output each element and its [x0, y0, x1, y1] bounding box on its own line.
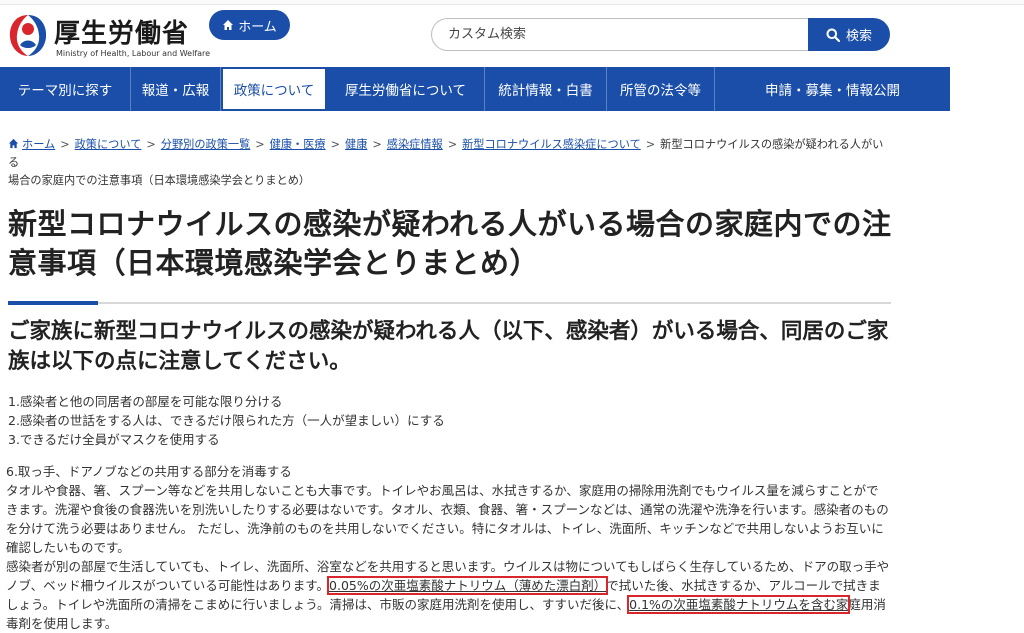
- breadcrumb-separator: >: [372, 138, 382, 151]
- breadcrumb-current-line2: 場合の家庭内での注意事項（日本環境感染学会とりまとめ）: [8, 174, 311, 187]
- search-button-label: 検索: [845, 29, 872, 44]
- home-button-label: ホーム: [238, 19, 277, 35]
- site-logo[interactable]: 厚生労働省 Ministry of Health, Labour and Wel…: [6, 11, 210, 63]
- paragraph-1: タオルや食器、箸、スプーン等などを共用しないことも大事です。トイレやお風呂は、水…: [6, 483, 889, 555]
- breadcrumb-link-health-medical[interactable]: 健康・医療: [270, 138, 326, 151]
- highlighted-text-005-hypochlorite: 0.05%の次亜塩素酸ナトリウム（薄めた漂白剤）: [327, 576, 609, 595]
- home-icon: [8, 138, 19, 149]
- breadcrumb-separator: >: [146, 138, 156, 151]
- breadcrumb-link-fields[interactable]: 分野別の政策一覧: [161, 138, 251, 151]
- breadcrumb-link-covid[interactable]: 新型コロナウイルス感染症について: [462, 138, 641, 151]
- nav-item-about[interactable]: 厚生労働省について: [327, 67, 485, 111]
- breadcrumb-separator: >: [60, 138, 70, 151]
- points-list: 1.感染者と他の同居者の部屋を可能な限り分ける 2.感染者の世話をする人は、でき…: [8, 392, 445, 449]
- page-title: 新型コロナウイルスの感染が疑われる人がいる場合の家庭内での注意事項（日本環境感染…: [8, 207, 892, 280]
- site-header: 厚生労働省 Ministry of Health, Labour and Wel…: [0, 5, 1024, 67]
- section-6: 6.取っ手、ドアノブなどの共用する部分を消毒する タオルや食器、箸、スプーン等な…: [6, 462, 890, 633]
- highlighted-text-01-hypochlorite: 0.1%の次亜塩素酸ナトリウムを含む家: [627, 595, 851, 614]
- global-nav: テーマ別に探す 報道・広報 政策について 厚生労働省について 統計情報・白書 所…: [0, 67, 950, 111]
- search-button[interactable]: 検索: [808, 18, 890, 51]
- home-icon: [223, 20, 234, 30]
- nav-item-statistics[interactable]: 統計情報・白書: [485, 67, 607, 111]
- breadcrumb-separator: >: [330, 138, 340, 151]
- logo-japanese-text: 厚生労働省: [54, 19, 190, 49]
- breadcrumb: ホーム > 政策について > 分野別の政策一覧 > 健康・医療 > 健康 > 感染症情報 > 新型コロナ…: [8, 136, 888, 190]
- search-icon: [826, 28, 840, 42]
- nav-item-applications[interactable]: 申請・募集・情報公開: [715, 67, 950, 111]
- breadcrumb-link-health[interactable]: 健康: [345, 138, 367, 151]
- breadcrumb-link-infection[interactable]: 感染症情報: [387, 138, 443, 151]
- list-item: 2.感染者の世話をする人は、できるだけ限られた方（一人が望ましい）にする: [8, 413, 445, 428]
- paragraph-2: 感染者が別の部屋で生活していても、トイレ、洗面所、浴室などを共用すると思います。…: [6, 557, 890, 633]
- search-input[interactable]: [431, 18, 824, 51]
- breadcrumb-link-policy[interactable]: 政策について: [75, 138, 142, 151]
- section-6-heading: 6.取っ手、ドアノブなどの共用する部分を消毒する: [6, 464, 292, 479]
- home-button[interactable]: ホーム: [209, 10, 290, 40]
- mhlw-logo-icon: [9, 15, 47, 56]
- title-divider-accent: [8, 301, 98, 305]
- logo-english-text: Ministry of Health, Labour and Welfare: [56, 49, 211, 58]
- list-item: 1.感染者と他の同居者の部屋を可能な限り分ける: [8, 394, 283, 409]
- list-item: 3.できるだけ全員がマスクを使用する: [8, 432, 220, 447]
- nav-item-press[interactable]: 報道・広報: [131, 67, 221, 111]
- nav-item-laws[interactable]: 所管の法令等: [607, 67, 715, 111]
- title-divider: [8, 302, 891, 304]
- nav-item-theme[interactable]: テーマ別に探す: [0, 67, 131, 111]
- breadcrumb-separator: >: [447, 138, 458, 151]
- search-bar: 検索: [431, 18, 890, 51]
- breadcrumb-separator: >: [255, 138, 265, 151]
- nav-item-policy[interactable]: 政策について: [221, 67, 327, 111]
- breadcrumb-link-home[interactable]: ホーム: [22, 138, 55, 151]
- section-heading: ご家族に新型コロナウイルスの感染が疑われる人（以下、感染者）がいる場合、同居のご…: [8, 319, 889, 374]
- breadcrumb-separator: >: [645, 138, 656, 151]
